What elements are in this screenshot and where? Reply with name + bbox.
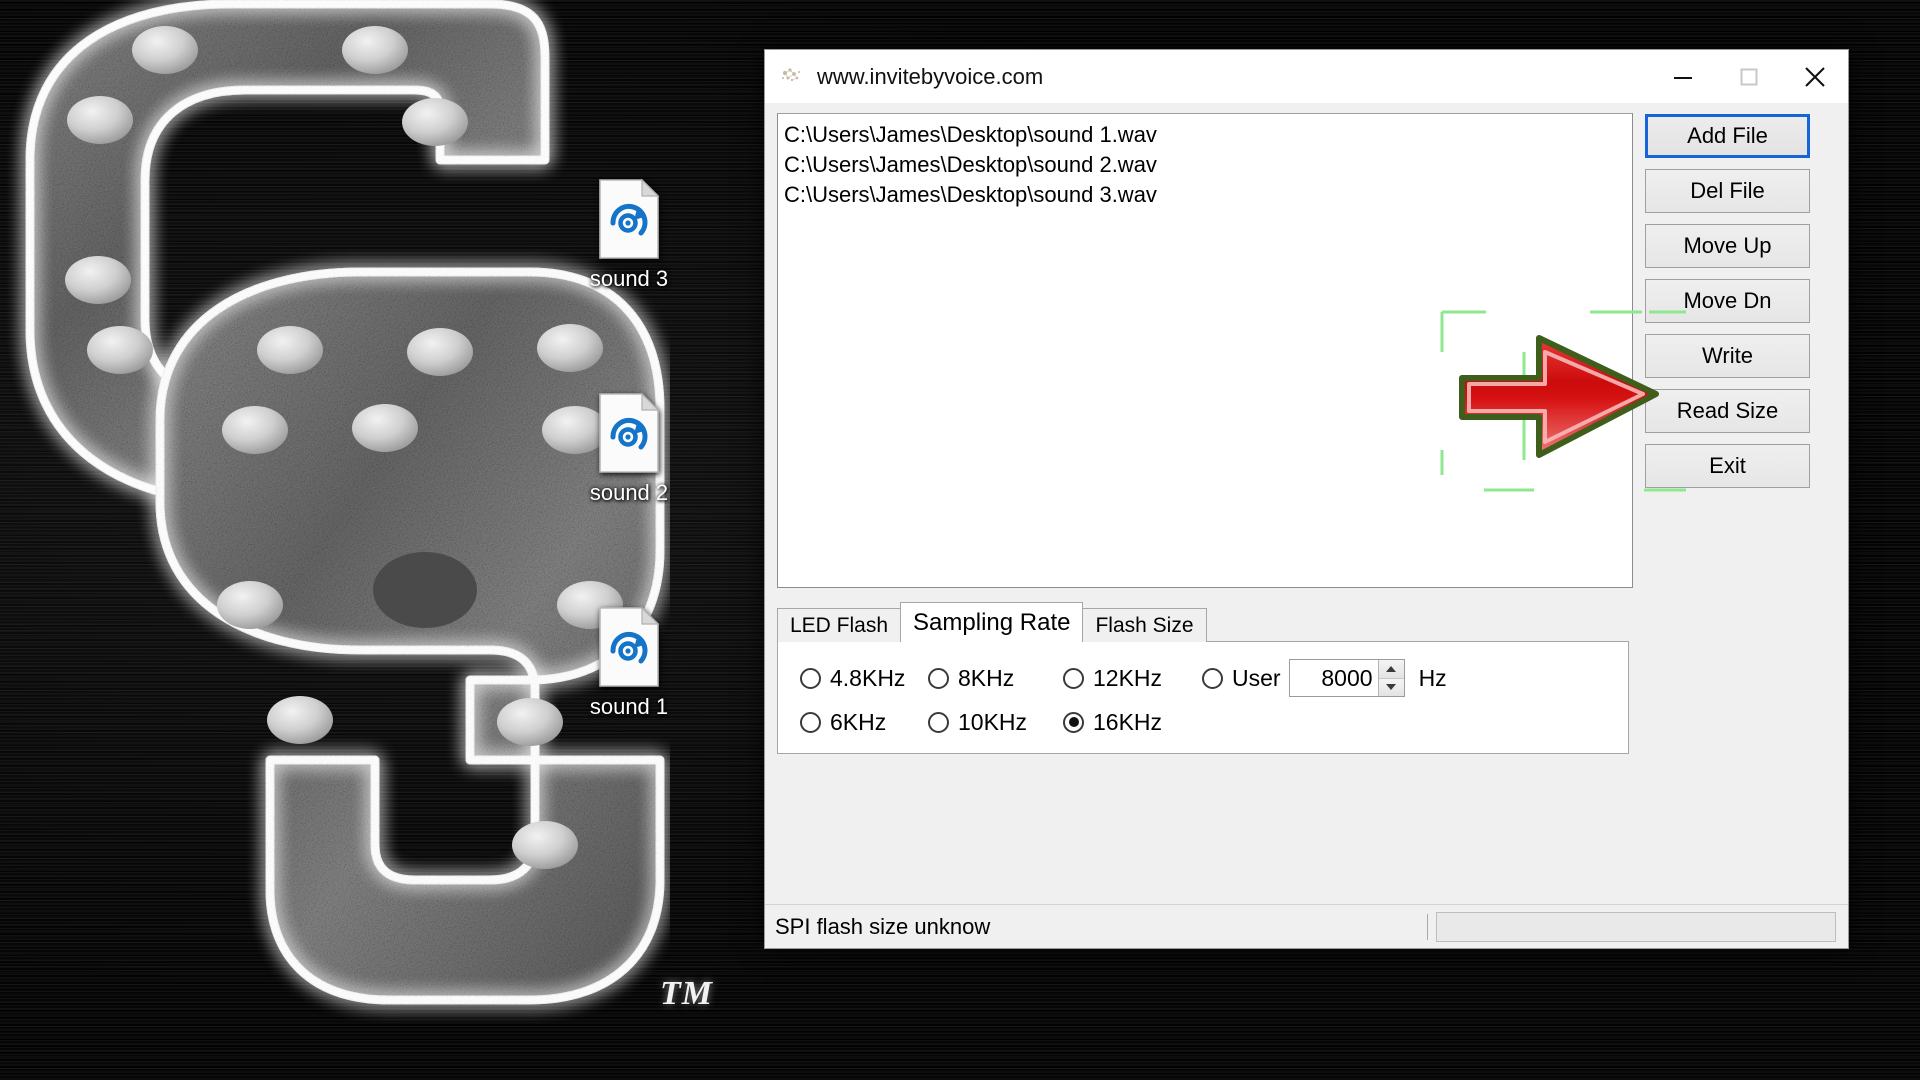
radio-indicator [800,711,821,733]
window-titlebar[interactable]: www.invitebyvoice.com [765,50,1848,103]
radio-indicator [1063,667,1084,689]
add-file-button[interactable]: Add File [1645,114,1810,158]
window-controls [1650,50,1848,103]
status-bar: SPI flash size unknow [765,904,1848,948]
list-item[interactable]: C:\Users\James\Desktop\sound 3.wav [784,180,1632,210]
status-message: SPI flash size unknow [775,913,991,939]
del-file-button[interactable]: Del File [1645,169,1810,213]
tab-flash-size[interactable]: Flash Size [1082,608,1207,642]
write-button[interactable]: Write [1645,334,1810,378]
tab-led-flash[interactable]: LED Flash [777,608,902,642]
hz-unit-label: Hz [1418,664,1447,691]
spinner-value[interactable]: 8000 [1290,660,1378,696]
maximize-icon [1740,68,1758,85]
radio-label: 10KHz [958,708,1028,735]
status-separator [1427,913,1428,940]
chevron-down-icon [1386,684,1397,691]
radio-indicator [1063,711,1084,733]
tab-control: LED Flash Sampling Rate Flash Size 4.8KH… [777,602,1629,754]
tab-panel-sampling-rate: 4.8KHz 8KHz 12KHz User 8000 Hz 6KHz 10KH… [777,641,1629,754]
desktop-icon-label: sound 3 [589,266,669,291]
tab-sampling-rate[interactable]: Sampling Rate [900,602,1084,642]
read-size-button[interactable]: Read Size [1645,389,1810,433]
spinner-up-button[interactable] [1378,660,1404,679]
desktop-icon-sound-2[interactable]: sound 2 [565,392,693,506]
tab-strip: LED Flash Sampling Rate Flash Size [777,602,1629,642]
application-window: www.invitebyvoice.com C:\Users\James\Des… [764,49,1849,949]
radio-10khz[interactable]: 10KHz [928,709,1063,736]
radio-label: 16KHz [1093,708,1163,735]
radio-label: 8KHz [958,664,1015,691]
spinner-box[interactable]: 8000 [1288,659,1405,697]
radio-user[interactable]: User [1202,665,1281,692]
radio-indicator [1202,667,1223,689]
close-icon [1805,66,1825,87]
move-up-button[interactable]: Move Up [1645,224,1810,268]
trademark-mark: TM [660,975,713,1012]
radio-label: 6KHz [830,708,887,735]
audio-file-icon [599,606,660,687]
list-item[interactable]: C:\Users\James\Desktop\sound 2.wav [784,150,1632,180]
window-client-area: C:\Users\James\Desktop\sound 1.wav C:\Us… [765,103,1848,948]
spinner-arrows [1377,660,1404,696]
brand-logo [0,0,670,1080]
radio-16khz[interactable]: 16KHz [1063,709,1202,736]
radio-6khz[interactable]: 6KHz [800,709,928,736]
move-down-button[interactable]: Move Dn [1645,279,1810,323]
radio-label: 12KHz [1093,664,1163,691]
radio-label: User [1232,664,1281,691]
minimize-button[interactable] [1650,50,1716,103]
desktop-icon-sound-3[interactable]: sound 3 [565,178,693,292]
action-button-column: Add File Del File Move Up Move Dn Write … [1645,113,1810,588]
audio-file-icon [599,392,660,473]
sampling-rate-row-1: 4.8KHz 8KHz 12KHz User 8000 Hz [800,656,1628,700]
sampling-rate-row-2: 6KHz 10KHz 16KHz [800,700,1628,744]
exit-button[interactable]: Exit [1645,444,1810,488]
progress-bar [1436,911,1836,942]
app-icon [782,67,800,81]
user-rate-spinner: 8000 Hz [1288,659,1447,697]
desktop-icon-label: sound 2 [589,480,669,505]
radio-8khz[interactable]: 8KHz [928,665,1063,692]
spinner-down-button[interactable] [1378,678,1404,696]
chevron-up-icon [1386,665,1397,672]
window-title: www.invitebyvoice.com [817,63,1044,89]
radio-indicator [928,667,949,689]
upper-section: C:\Users\James\Desktop\sound 1.wav C:\Us… [777,113,1836,588]
radio-12khz[interactable]: 12KHz [1063,665,1202,692]
file-list-box[interactable]: C:\Users\James\Desktop\sound 1.wav C:\Us… [777,113,1633,588]
audio-file-icon [599,178,660,259]
radio-label: 4.8KHz [830,664,906,691]
list-item[interactable]: C:\Users\James\Desktop\sound 1.wav [784,120,1632,150]
close-button[interactable] [1782,50,1848,103]
desktop-icon-label: sound 1 [589,694,669,719]
radio-indicator [800,667,821,689]
minimize-icon [1674,76,1692,79]
maximize-button[interactable] [1716,50,1782,103]
desktop-icon-sound-1[interactable]: sound 1 [565,606,693,720]
radio-indicator [928,711,949,733]
radio-4-8khz[interactable]: 4.8KHz [800,665,928,692]
